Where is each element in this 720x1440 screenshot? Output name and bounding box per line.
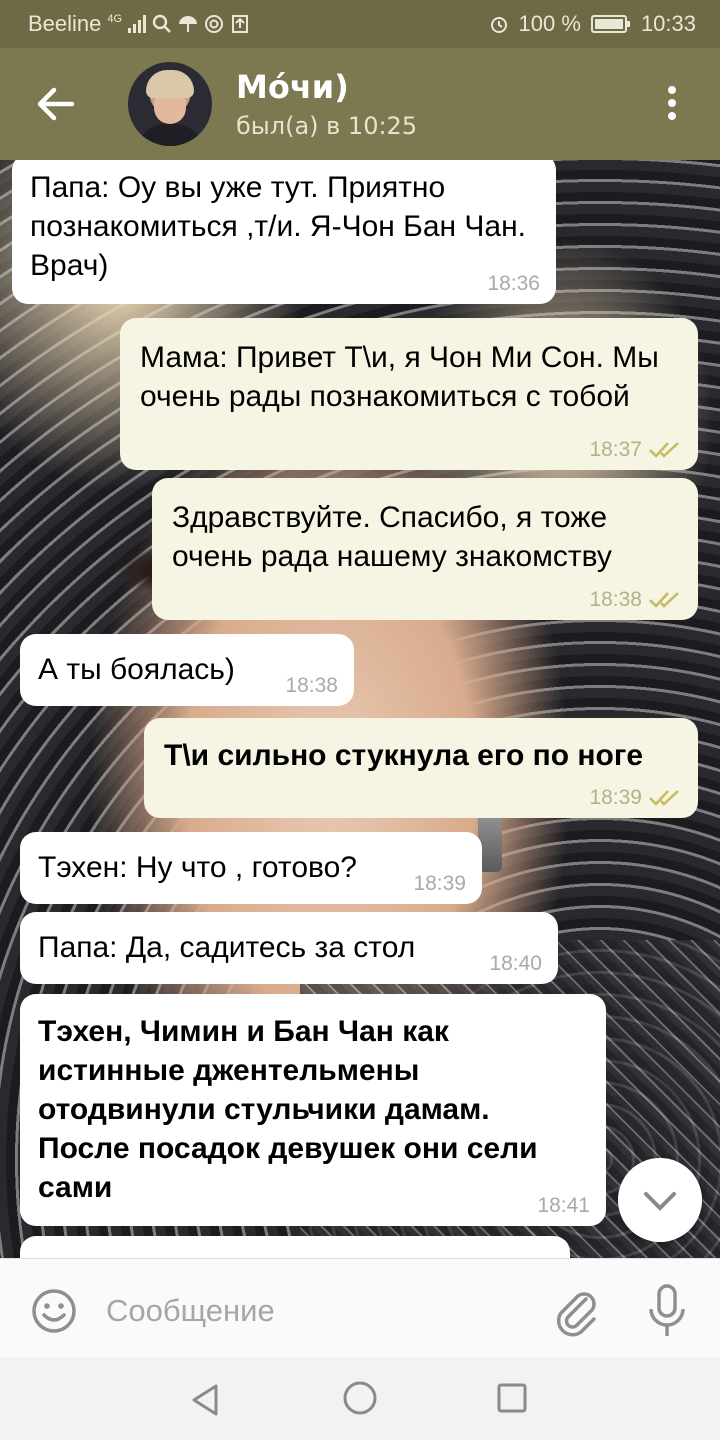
chat-area[interactable]: Папа: Оу вы уже тут. Приятно познакомить… (0, 160, 720, 1258)
message-incoming[interactable]: Тэхен, Чимин и Бан Чан как истинные джен… (20, 994, 606, 1226)
nav-recent-icon[interactable] (496, 1382, 528, 1414)
message-outgoing[interactable]: Мама: Привет Т\и, я Чон Ми Сон. Мы очень… (120, 318, 698, 470)
emoji-icon[interactable] (30, 1287, 78, 1335)
message-incoming[interactable]: Тэхен: Ну что , готово? 18:39 (20, 832, 482, 904)
message-input[interactable] (104, 1285, 528, 1337)
clock: 10:33 (640, 11, 696, 36)
search-icon (152, 14, 171, 33)
message-text: Тэхен, Чимин и Бан Чан как истинные джен… (38, 1015, 538, 1204)
double-check-icon (649, 442, 679, 458)
chat-header: Мо́чи) был(а) в 10:25 (0, 48, 720, 160)
at-icon (205, 15, 224, 33)
message-time: 18:36 (487, 272, 540, 295)
double-check-icon (649, 790, 679, 806)
more-vertical-icon[interactable] (660, 86, 684, 126)
message-text: Папа: Да, садитесь за стол (38, 931, 416, 964)
message-incoming[interactable]: Папа: Да, садитесь за стол 18:40 (20, 912, 558, 984)
alarm-icon (490, 17, 507, 33)
contact-name[interactable]: Мо́чи) (236, 68, 349, 106)
message-text: Тэхен: Ну что , готово? (38, 851, 357, 884)
umbrella-icon (179, 16, 198, 32)
message-time: 18:40 (489, 952, 542, 975)
carrier-name: Beeline (28, 11, 102, 36)
message-time: 18:41 (537, 1194, 590, 1217)
attach-icon[interactable] (552, 1285, 600, 1337)
message-text: Здравствуйте. Спасибо, я тоже очень рада… (172, 501, 612, 573)
scroll-down-button[interactable] (618, 1158, 702, 1242)
last-seen-status: был(а) в 10:25 (236, 112, 418, 140)
system-nav-bar (0, 1358, 720, 1440)
message-time: 18:39 (589, 786, 682, 810)
message-incoming-partial[interactable] (20, 1236, 570, 1258)
message-outgoing[interactable]: Т\и сильно стукнула его по ноге 18:39 (144, 718, 698, 818)
back-arrow-icon[interactable] (28, 84, 84, 124)
upload-icon (232, 15, 249, 33)
network-type: 4G (107, 13, 123, 25)
message-text: Папа: Оу вы уже тут. Приятно познакомить… (30, 171, 527, 282)
message-composer (0, 1258, 720, 1359)
message-time: 18:38 (589, 588, 682, 612)
nav-home-icon[interactable] (342, 1380, 378, 1416)
message-text: Мама: Привет Т\и, я Чон Ми Сон. Мы очень… (140, 341, 659, 413)
signal-icon (128, 15, 147, 33)
message-incoming[interactable]: А ты боялась) 18:38 (20, 634, 354, 706)
message-text: Т\и сильно стукнула его по ноге (164, 739, 644, 772)
message-incoming[interactable]: Папа: Оу вы уже тут. Приятно познакомить… (12, 160, 556, 304)
microphone-icon[interactable] (644, 1283, 690, 1339)
message-outgoing[interactable]: Здравствуйте. Спасибо, я тоже очень рада… (152, 478, 698, 620)
message-time: 18:38 (285, 674, 338, 697)
battery-icon (590, 15, 630, 33)
double-check-icon (649, 592, 679, 608)
status-bar: Beeline 4G 100 % 10:33 (0, 0, 720, 48)
nav-back-icon[interactable] (188, 1382, 224, 1418)
battery-percent: 100 % (518, 11, 581, 36)
avatar[interactable] (128, 62, 212, 146)
message-time: 18:39 (413, 872, 466, 895)
message-time: 18:37 (589, 438, 682, 462)
